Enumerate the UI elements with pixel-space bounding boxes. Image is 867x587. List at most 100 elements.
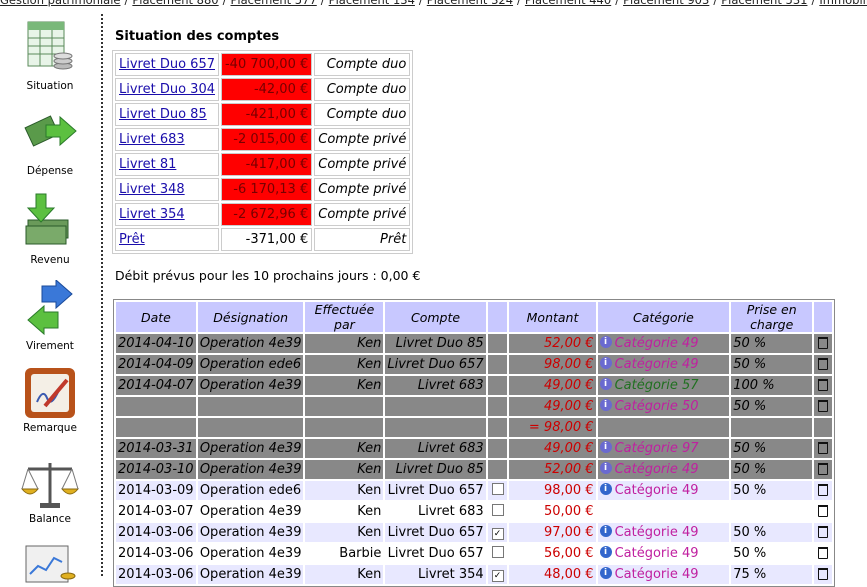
nav-revenu[interactable]: Revenu	[0, 192, 100, 266]
category-label: Catégorie 49	[614, 462, 699, 477]
op-check-cell	[487, 439, 508, 458]
op-account: Livret Duo 657	[385, 523, 486, 542]
nav-virement[interactable]: Virement	[0, 280, 100, 352]
op-account: Livret 354	[385, 565, 486, 584]
trash-icon[interactable]	[818, 483, 829, 496]
nav-chart[interactable]	[0, 544, 100, 584]
op-designation: Operation ede6	[197, 355, 304, 374]
nav-label: Virement	[26, 340, 74, 352]
op-checkbox[interactable]	[491, 503, 504, 516]
account-link[interactable]: Livret 683	[119, 132, 185, 147]
op-designation: Operation 4e39	[197, 376, 304, 395]
operation-row: 2014-03-31 Operation 4e39 Ken Livret 683 49,…	[116, 439, 832, 458]
op-by: Ken	[305, 334, 384, 353]
op-delete-cell	[814, 502, 832, 521]
column-header	[487, 302, 508, 332]
account-link[interactable]: Livret 81	[119, 157, 176, 172]
op-delete-cell	[814, 565, 832, 584]
trash-icon[interactable]	[818, 441, 829, 454]
account-link[interactable]: Livret Duo 657	[119, 57, 215, 72]
op-category: i Catégorie 49	[597, 355, 730, 374]
op-delete-cell	[814, 355, 832, 374]
op-date: 2014-03-06	[116, 565, 196, 584]
trash-icon[interactable]	[818, 462, 829, 475]
operation-row: 2014-04-09 Operation ede6 Ken Livret Duo 65…	[116, 355, 832, 374]
account-link[interactable]: Prêt	[119, 232, 145, 247]
op-amount: 56,00 €	[509, 544, 596, 563]
info-icon[interactable]: i	[599, 525, 612, 537]
account-link[interactable]: Livret 348	[119, 182, 185, 197]
chart-icon	[25, 545, 76, 583]
column-header: Désignation	[197, 302, 304, 332]
trash-icon[interactable]	[818, 567, 829, 580]
nav-label: Revenu	[30, 254, 70, 266]
op-check-cell	[487, 418, 508, 437]
trash-icon[interactable]	[818, 525, 829, 538]
breadcrumb-link[interactable]: Placement 324	[427, 0, 513, 7]
info-icon[interactable]: i	[599, 399, 612, 411]
account-link[interactable]: Livret Duo 85	[119, 107, 207, 122]
breadcrumb-link[interactable]: Gestion patrimoniale	[0, 0, 120, 7]
breadcrumb-link[interactable]: Placement 440	[525, 0, 611, 7]
op-delete-cell	[814, 439, 832, 458]
op-category: i Catégorie 49	[597, 460, 730, 479]
account-balance: -417,00 €	[220, 153, 313, 176]
info-icon[interactable]: i	[599, 546, 612, 558]
info-icon[interactable]: i	[599, 441, 612, 453]
account-balance: -421,00 €	[220, 103, 313, 126]
breadcrumb-link[interactable]: Placement 903	[623, 0, 709, 7]
op-checkbox[interactable]	[491, 545, 504, 558]
op-category: i Catégorie 57	[597, 376, 730, 395]
trash-icon[interactable]	[818, 504, 829, 517]
op-designation	[197, 418, 304, 437]
op-delete-cell	[814, 334, 832, 353]
op-account: Livret Duo 85	[385, 460, 486, 479]
op-category: i Catégorie 49	[597, 565, 730, 584]
op-account: Livret Duo 657	[385, 481, 486, 500]
nav-balance[interactable]: Balance	[0, 457, 100, 525]
account-link[interactable]: Livret Duo 304	[119, 82, 215, 97]
info-icon[interactable]: i	[599, 357, 612, 369]
breadcrumb-link[interactable]: Immobilier	[819, 0, 867, 7]
breadcrumb-link[interactable]: Placement 134	[329, 0, 415, 7]
main-content: Situation des comptes Livret Duo 657 -40 …	[112, 14, 867, 587]
trash-icon[interactable]	[818, 336, 829, 349]
money-out-arrow-icon	[24, 115, 77, 147]
trash-icon[interactable]	[818, 399, 829, 412]
op-designation: Operation 4e39	[197, 439, 304, 458]
category-label: Catégorie 49	[614, 357, 699, 372]
trash-icon[interactable]	[818, 357, 829, 370]
op-checkbox[interactable]	[491, 482, 504, 495]
info-icon[interactable]: i	[599, 567, 612, 579]
accounts-table: Livret Duo 657 -40 700,00 € Compte duo Livr…	[112, 50, 414, 254]
op-checkbox[interactable]: ✓	[491, 570, 504, 582]
op-checkbox[interactable]: ✓	[491, 528, 504, 540]
op-share: 50 %	[731, 439, 813, 458]
op-date: 2014-03-07	[116, 502, 196, 521]
breadcrumb-link[interactable]: Placement 531	[721, 0, 807, 7]
op-account: Livret Duo 657	[385, 355, 486, 374]
trash-icon[interactable]	[818, 378, 829, 391]
op-amount: 97,00 €	[509, 523, 596, 542]
op-amount: 52,00 €	[509, 334, 596, 353]
nav-depense[interactable]: Dépense	[0, 111, 100, 177]
info-icon[interactable]: i	[599, 336, 612, 348]
info-icon[interactable]: i	[599, 462, 612, 474]
op-share: 50 %	[731, 397, 813, 416]
column-header: Catégorie	[597, 302, 730, 332]
account-row: Livret Duo 657 -40 700,00 € Compte duo	[115, 53, 411, 76]
op-check-cell: ✓	[487, 523, 508, 542]
info-icon[interactable]: i	[599, 483, 612, 495]
breadcrumb-link[interactable]: Placement 577	[231, 0, 317, 7]
nav-situation[interactable]: Situation	[0, 16, 100, 92]
trash-icon[interactable]	[818, 546, 829, 559]
account-balance: -40 700,00 €	[220, 53, 313, 76]
op-by	[305, 418, 384, 437]
account-name-cell: Livret 354	[115, 203, 219, 226]
breadcrumb-link[interactable]: Placement 880	[132, 0, 218, 7]
nav-remarque[interactable]: Remarque	[0, 366, 100, 434]
account-link[interactable]: Livret 354	[119, 207, 185, 222]
account-type: Compte privé	[314, 153, 411, 176]
operation-row: 2014-03-06 Operation 4e39 Barbie Livret Duo…	[116, 544, 832, 563]
info-icon[interactable]: i	[599, 378, 612, 390]
